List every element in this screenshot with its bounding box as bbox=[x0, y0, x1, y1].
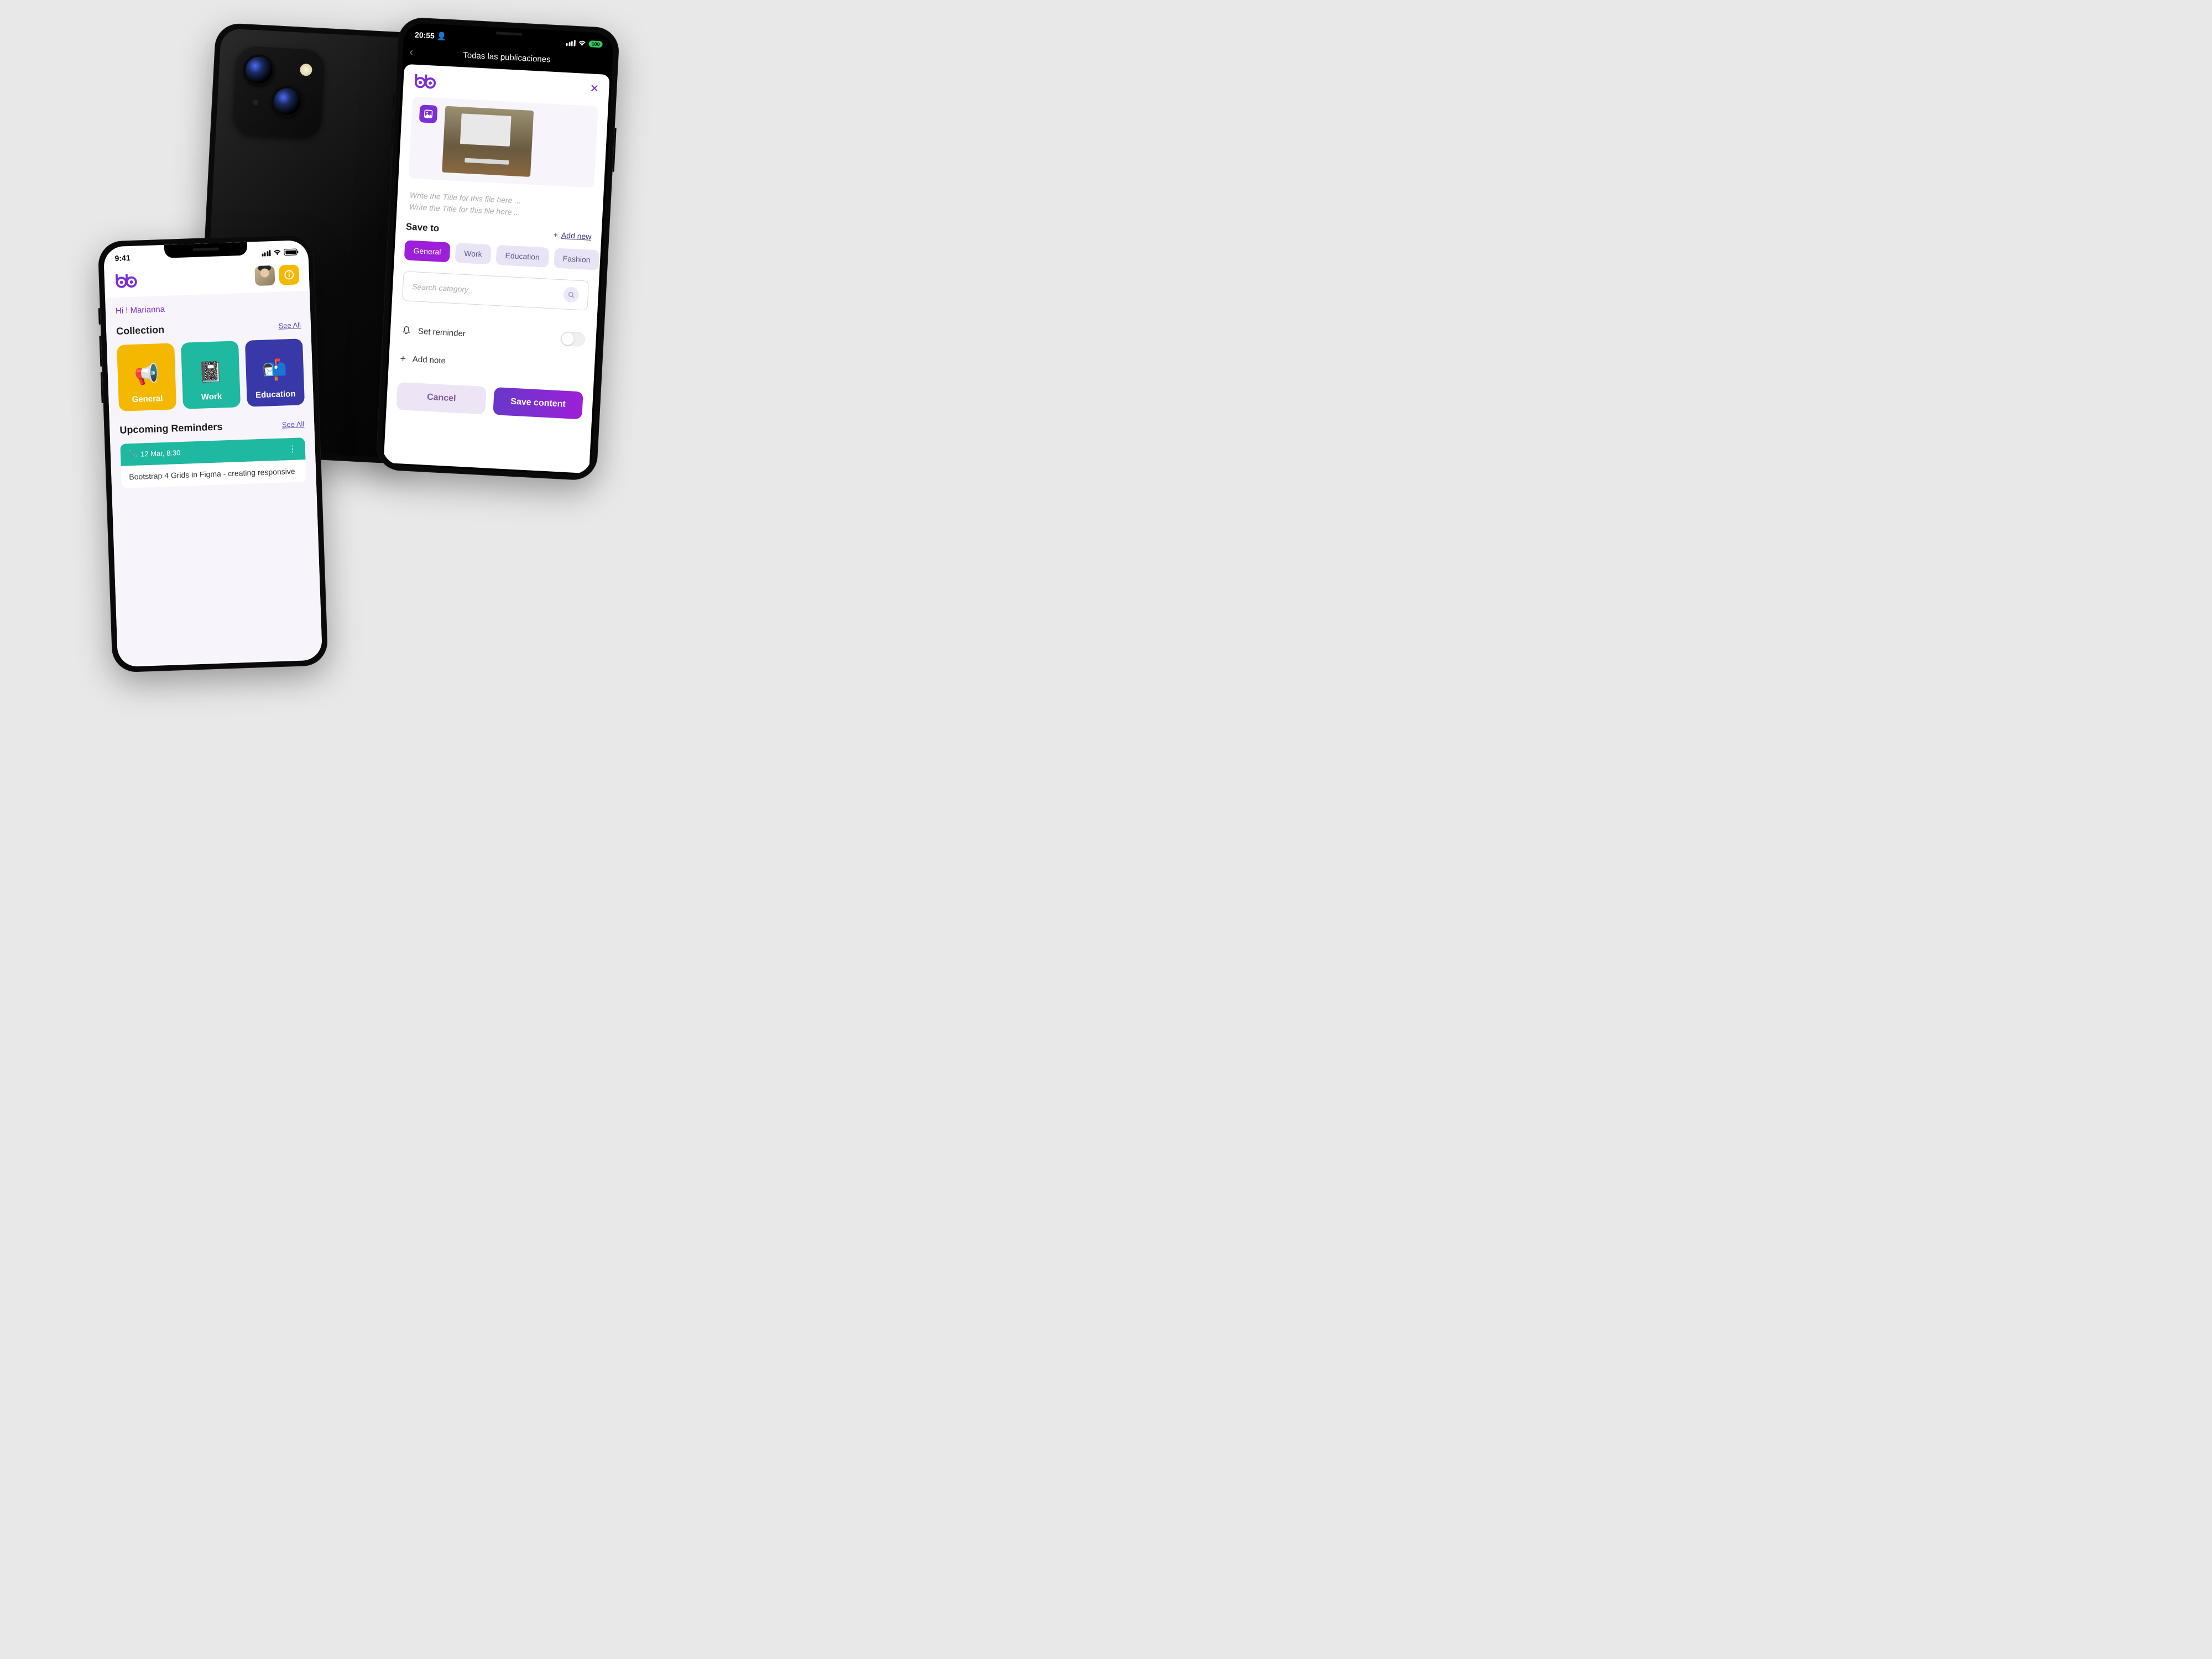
image-thumbnail[interactable] bbox=[442, 106, 534, 177]
bell-icon bbox=[401, 325, 412, 336]
collection-card-work[interactable]: 📓 Work bbox=[181, 341, 241, 409]
megaphone-icon: 📢 bbox=[132, 359, 161, 389]
category-chip-general[interactable]: General bbox=[404, 240, 451, 262]
user-avatar[interactable] bbox=[254, 265, 275, 286]
camera-module bbox=[232, 46, 325, 139]
add-note-label: Add note bbox=[412, 354, 446, 366]
reminder-label: Set reminder bbox=[418, 326, 466, 338]
image-type-badge bbox=[419, 105, 438, 123]
category-chip-work[interactable]: Work bbox=[455, 243, 491, 264]
more-icon[interactable]: ⋮ bbox=[288, 444, 298, 455]
save-content-sheet: ✕ Write the Title for this file here ...… bbox=[383, 64, 609, 473]
battery-icon bbox=[284, 248, 297, 255]
notebook-icon: 📓 bbox=[196, 357, 226, 387]
wifi-icon bbox=[577, 40, 587, 47]
info-icon bbox=[284, 270, 295, 280]
greeting-text: Hi ! Marianna bbox=[116, 300, 300, 316]
profile-indicator-icon: 👤 bbox=[436, 31, 446, 40]
search-category-input[interactable]: Search category bbox=[402, 271, 589, 311]
phone-right: 20:55 👤 100 ‹ Todas las publicaciones ✕ bbox=[375, 17, 620, 481]
category-chip-fashion[interactable]: Fashion bbox=[554, 248, 600, 270]
search-icon bbox=[563, 286, 579, 302]
image-icon bbox=[423, 109, 434, 119]
camera-lens-icon bbox=[271, 85, 304, 118]
reminder-toggle[interactable] bbox=[560, 331, 585, 347]
collection-label: Work bbox=[201, 392, 222, 401]
back-button[interactable]: ‹ bbox=[409, 46, 414, 59]
category-chips: General Work Education Fashion bbox=[404, 240, 591, 270]
collection-title: Collection bbox=[116, 324, 165, 337]
collection-list[interactable]: 📢 General 📓 Work 📬 Education bbox=[117, 338, 304, 411]
status-time: 20:55 bbox=[415, 30, 435, 40]
app-logo bbox=[114, 272, 140, 289]
signal-icon bbox=[262, 250, 271, 257]
battery-badge: 100 bbox=[588, 40, 603, 48]
add-new-button[interactable]: + Add new bbox=[553, 230, 591, 241]
reminder-item[interactable]: 📎12 Mar, 8:30 ⋮ Bootstrap 4 Grids in Fig… bbox=[120, 437, 306, 488]
reminder-time: 12 Mar, 8:30 bbox=[140, 448, 181, 458]
collection-label: Education bbox=[255, 389, 296, 400]
attachment-icon: 📎 bbox=[128, 450, 138, 459]
signal-icon bbox=[566, 39, 576, 46]
reminders-see-all-link[interactable]: See All bbox=[282, 420, 305, 429]
wifi-icon bbox=[273, 249, 281, 256]
camera-mic-icon bbox=[253, 100, 259, 106]
collection-card-education[interactable]: 📬 Education bbox=[245, 338, 305, 407]
info-button[interactable] bbox=[279, 264, 299, 285]
search-placeholder: Search category bbox=[412, 282, 469, 294]
phone-left: 9:41 Hi ! Marianna Collection See A bbox=[98, 234, 328, 672]
collection-label: General bbox=[132, 394, 163, 404]
reminders-title: Upcoming Reminders bbox=[119, 421, 223, 436]
plus-icon: + bbox=[553, 230, 558, 239]
close-button[interactable]: ✕ bbox=[589, 81, 599, 96]
category-chip-education[interactable]: Education bbox=[496, 245, 549, 268]
camera-lens-icon bbox=[243, 54, 275, 86]
collection-card-general[interactable]: 📢 General bbox=[117, 343, 176, 411]
save-to-label: Save to bbox=[405, 221, 439, 234]
collection-see-all-link[interactable]: See All bbox=[278, 321, 301, 330]
mailbox-icon: 📬 bbox=[260, 355, 290, 385]
add-new-label: Add new bbox=[561, 231, 592, 241]
app-logo bbox=[413, 72, 440, 90]
camera-flash-icon bbox=[300, 64, 312, 76]
plus-icon: + bbox=[400, 353, 406, 365]
image-preview-area bbox=[408, 97, 598, 188]
save-content-button[interactable]: Save content bbox=[493, 387, 583, 419]
status-time: 9:41 bbox=[114, 253, 131, 263]
cancel-button[interactable]: Cancel bbox=[397, 382, 487, 414]
